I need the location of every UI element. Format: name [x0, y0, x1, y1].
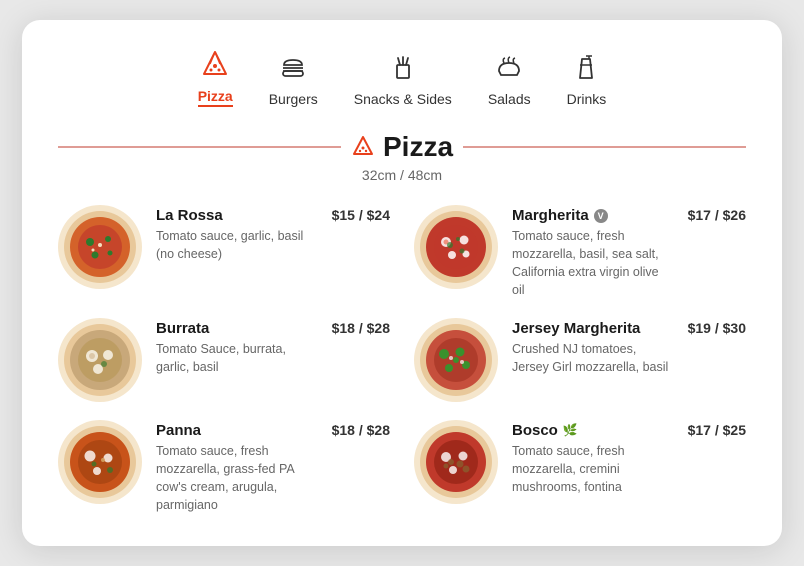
fries-icon [386, 51, 420, 85]
menu-item-info-panna: Panna Tomato sauce, fresh mozzarella, gr… [156, 420, 318, 515]
pizza-image-panna [58, 420, 142, 504]
menu-item-info-la-rossa: La Rossa Tomato sauce, garlic, basil (no… [156, 205, 318, 263]
pizza-image-la-rossa [58, 205, 142, 289]
nav-salads-label: Salads [488, 91, 531, 107]
menu-item-name-bosco: Bosco 🌿 [512, 422, 674, 439]
section-subtitle: 32cm / 48cm [58, 167, 746, 183]
menu-item-burrata: Burrata Tomato Sauce, burrata, garlic, b… [58, 318, 390, 402]
nav-drinks-label: Drinks [567, 91, 607, 107]
margherita-badge: V [594, 209, 608, 223]
menu-item-panna: Panna Tomato sauce, fresh mozzarella, gr… [58, 420, 390, 515]
bosco-badge: 🌿 [563, 423, 578, 437]
menu-item-price-burrata: $18 / $28 [332, 318, 390, 336]
pizza-image-margherita [414, 205, 498, 289]
menu-item-bosco: Bosco 🌿 Tomato sauce, fresh mozzarella, … [414, 420, 746, 515]
nav-drinks[interactable]: Drinks [567, 51, 607, 107]
section-pizza-icon [351, 135, 375, 159]
burger-icon [276, 51, 310, 85]
menu-item-price-jersey-margherita: $19 / $30 [688, 318, 746, 336]
menu-item-name-margherita: Margherita V [512, 207, 674, 224]
menu-item-jersey-margherita: Jersey Margherita Crushed NJ tomatoes, J… [414, 318, 746, 402]
drinks-icon [569, 51, 603, 85]
menu-item-price-la-rossa: $15 / $24 [332, 205, 390, 223]
menu-item-info-burrata: Burrata Tomato Sauce, burrata, garlic, b… [156, 318, 318, 376]
pizza-icon [198, 48, 232, 82]
menu-item-la-rossa: La Rossa Tomato sauce, garlic, basil (no… [58, 205, 390, 300]
nav-burgers[interactable]: Burgers [269, 51, 318, 107]
menu-item-desc-panna: Tomato sauce, fresh mozzarella, grass-fe… [156, 442, 318, 515]
nav-pizza[interactable]: Pizza [198, 48, 233, 107]
menu-item-desc-margherita: Tomato sauce, fresh mozzarella, basil, s… [512, 227, 674, 300]
menu-item-price-bosco: $17 / $25 [688, 420, 746, 438]
menu-item-info-margherita: Margherita V Tomato sauce, fresh mozzare… [512, 205, 674, 300]
section-header: Pizza [58, 131, 746, 163]
menu-item-desc-burrata: Tomato Sauce, burrata, garlic, basil [156, 340, 318, 376]
section-title: Pizza [351, 131, 453, 163]
category-nav: Pizza Burgers Sn [58, 48, 746, 107]
menu-item-info-bosco: Bosco 🌿 Tomato sauce, fresh mozzarella, … [512, 420, 674, 496]
pizza-image-bosco [414, 420, 498, 504]
menu-item-desc-bosco: Tomato sauce, fresh mozzarella, cremini … [512, 442, 674, 496]
pizza-image-burrata [58, 318, 142, 402]
menu-item-name-jersey-margherita: Jersey Margherita [512, 320, 674, 337]
menu-item-desc-jersey-margherita: Crushed NJ tomatoes, Jersey Girl mozzare… [512, 340, 674, 376]
menu-grid: La Rossa Tomato sauce, garlic, basil (no… [58, 205, 746, 514]
nav-pizza-label: Pizza [198, 88, 233, 107]
nav-burgers-label: Burgers [269, 91, 318, 107]
menu-item-name-panna: Panna [156, 422, 318, 439]
pizza-image-jersey-margherita [414, 318, 498, 402]
menu-item-price-panna: $18 / $28 [332, 420, 390, 438]
menu-item-name-burrata: Burrata [156, 320, 318, 337]
nav-snacks-label: Snacks & Sides [354, 91, 452, 107]
nav-salads[interactable]: Salads [488, 51, 531, 107]
menu-item-price-margherita: $17 / $26 [688, 205, 746, 223]
menu-card: Pizza Burgers Sn [22, 20, 782, 546]
menu-item-name-la-rossa: La Rossa [156, 207, 318, 224]
menu-item-desc-la-rossa: Tomato sauce, garlic, basil (no cheese) [156, 227, 318, 263]
nav-snacks[interactable]: Snacks & Sides [354, 51, 452, 107]
menu-item-margherita: Margherita V Tomato sauce, fresh mozzare… [414, 205, 746, 300]
menu-item-info-jersey-margherita: Jersey Margherita Crushed NJ tomatoes, J… [512, 318, 674, 376]
salad-icon [492, 51, 526, 85]
